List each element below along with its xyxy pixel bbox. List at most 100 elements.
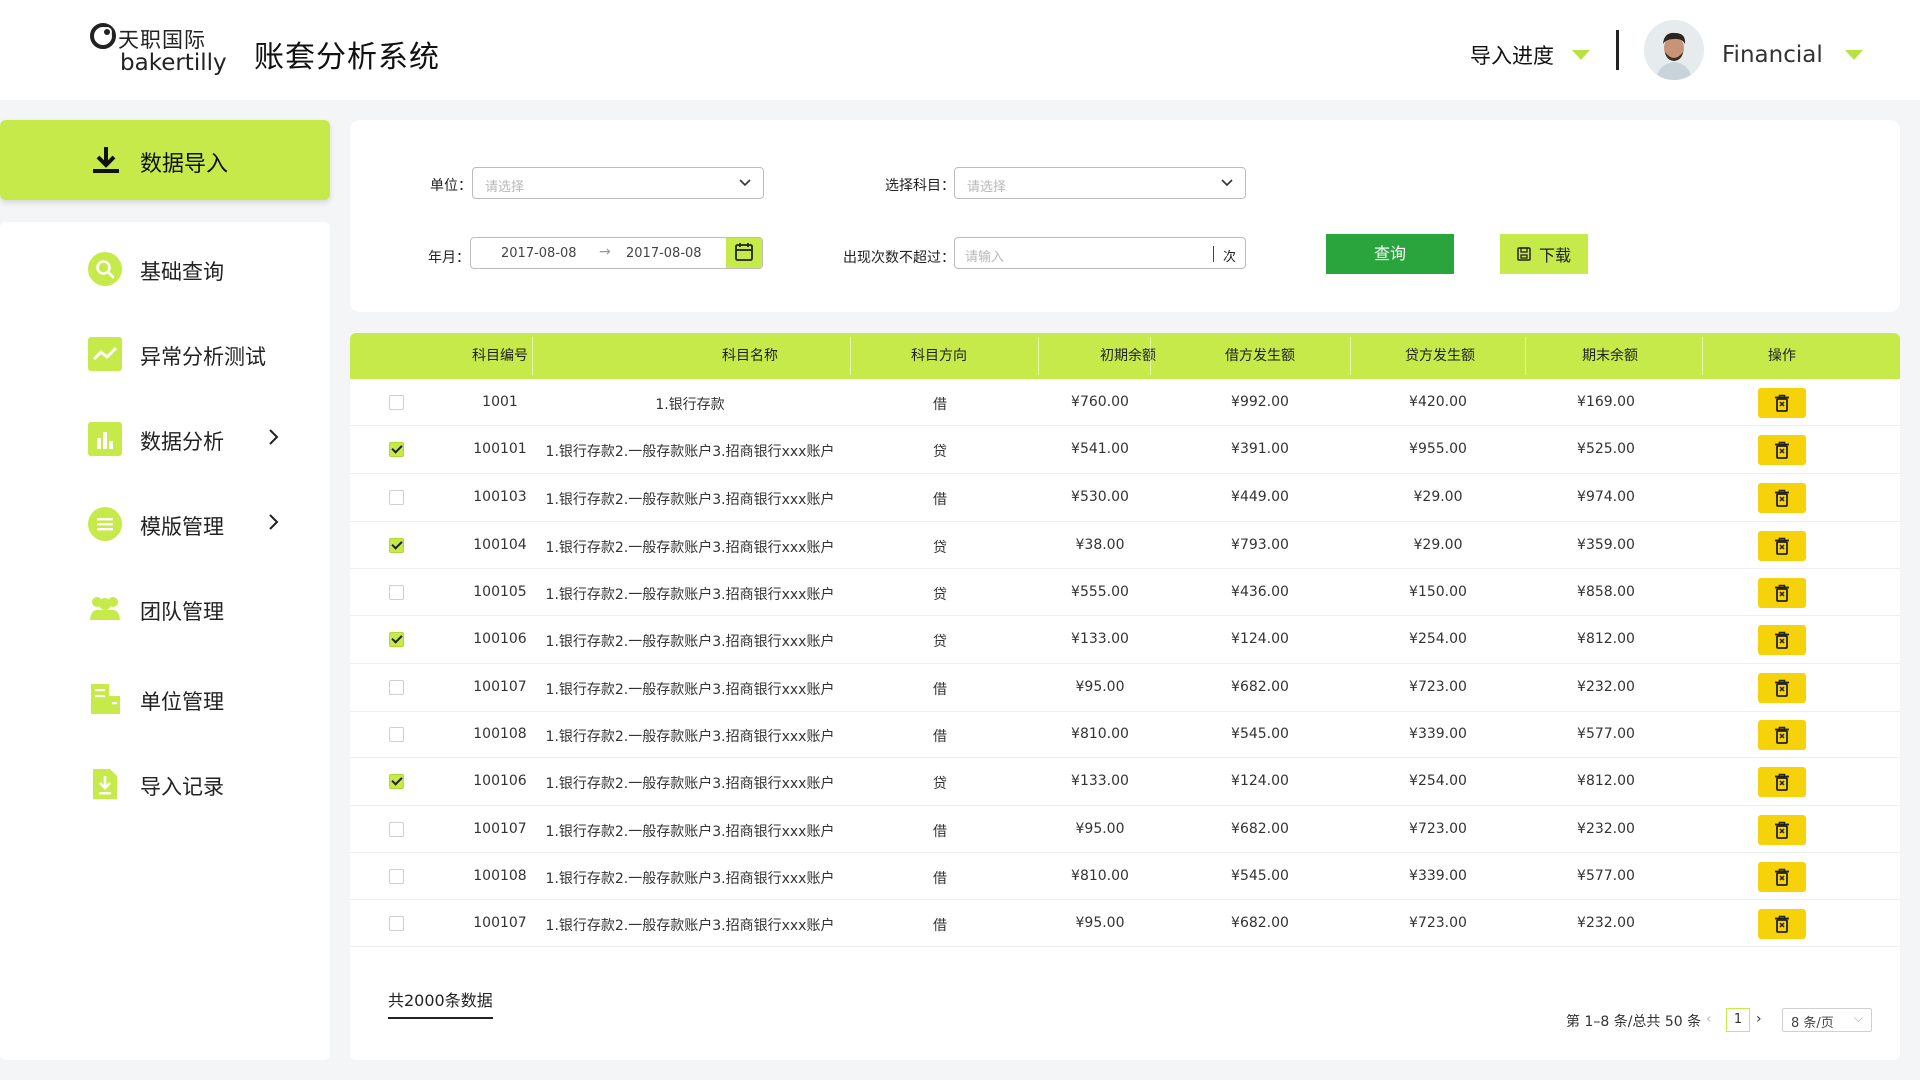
sidebar-item-import-record[interactable]: 导入记录 [0,753,330,813]
subject-select-placeholder: 请选择 [967,180,1007,195]
row-checkbox[interactable] [389,538,404,553]
row-checkbox[interactable] [389,727,404,742]
delete-button[interactable] [1758,388,1806,418]
delete-icon [1775,394,1789,412]
delete-button[interactable] [1758,673,1806,703]
delete-button[interactable] [1758,815,1806,845]
row-checkbox[interactable] [389,395,404,410]
delete-button[interactable] [1758,578,1806,608]
date-start[interactable]: 2017-08-08 [501,246,577,261]
cell-closing: ¥812.00 [1577,773,1635,789]
sidebar-item-anomaly-analysis[interactable]: 异常分析测试 [0,323,330,383]
table-row: 100104 1.银行存款2.一般存款账户3.招商银行xxx账户贷 ¥38.00 ¥7… [350,522,1900,569]
delete-icon [1775,489,1789,507]
column-divider [1702,337,1703,375]
table-row: 100108 1.银行存款2.一般存款账户3.招商银行xxx账户借 ¥810.00 ¥… [350,712,1900,758]
cell-credit: ¥723.00 [1409,821,1467,837]
row-checkbox[interactable] [389,490,404,505]
sidebar-item-unit-management[interactable]: 单位管理 [0,668,330,728]
cell-name: 1.银行存款2.一般存款账户3.招商银行xxx账户 [545,776,835,792]
delete-button[interactable] [1758,483,1806,513]
delete-button[interactable] [1758,767,1806,797]
table-row: 1001 1.银行存款借 ¥760.00 ¥992.00 ¥420.00 ¥169.00 [350,379,1900,426]
query-button[interactable]: 查询 [1326,234,1454,274]
sidebar-item-team-management[interactable]: 团队管理 [0,578,330,638]
delete-icon [1775,726,1789,744]
download-button[interactable]: 下载 [1500,234,1588,274]
table-row: 100101 1.银行存款2.一般存款账户3.招商银行xxx账户贷 ¥541.00 ¥… [350,426,1900,474]
import-record-icon [93,769,117,799]
subject-select[interactable]: 请选择 [954,167,1246,199]
cell-direction: 借 [933,871,947,887]
row-checkbox[interactable] [389,916,404,931]
date-range-picker[interactable]: 2017-08-08 → 2017-08-08 [470,237,763,269]
chevron-down-icon: ⌵ [1853,1011,1863,1025]
page-number[interactable]: 1 [1726,1008,1750,1032]
delete-button[interactable] [1758,625,1806,655]
avatar[interactable] [1644,20,1704,80]
cell-name: 1.银行存款 [655,397,725,413]
row-checkbox[interactable] [389,822,404,837]
row-checkbox[interactable] [389,585,404,600]
cell-direction: 贷 [933,444,947,460]
delete-button[interactable] [1758,720,1806,750]
subject-label: 选择科目： [885,178,955,194]
arrow-right-icon: → [599,244,611,260]
table-row: 100105 1.银行存款2.一般存款账户3.招商银行xxx账户贷 ¥555.00 ¥… [350,569,1900,616]
calendar-icon [735,243,753,261]
sidebar-item-label: 数据导入 [140,152,229,177]
cell-credit: ¥339.00 [1409,868,1467,884]
cell-opening: ¥133.00 [1071,773,1129,789]
cell-credit: ¥29.00 [1413,489,1463,505]
user-menu[interactable]: Financial [1722,42,1863,68]
cell-closing: ¥577.00 [1577,868,1635,884]
cell-closing: ¥974.00 [1577,489,1635,505]
date-end[interactable]: 2017-08-08 [626,246,702,261]
building-icon [91,684,120,714]
column-divider [1150,337,1151,375]
cell-closing: ¥812.00 [1577,631,1635,647]
unit-select-placeholder: 请选择 [485,180,525,195]
cell-debit: ¥682.00 [1231,821,1289,837]
company-logo[interactable]: 天职国际 bakertilly [88,20,228,80]
row-checkbox[interactable] [389,442,404,457]
delete-icon [1775,915,1789,933]
date-label: 年月： [428,250,470,266]
next-page-icon[interactable]: › [1756,1011,1762,1027]
cell-direction: 贷 [933,634,947,650]
sidebar-item-data-analysis[interactable]: 数据分析 [0,408,330,468]
delete-button[interactable] [1758,531,1806,561]
sidebar-item-basic-query[interactable]: 基础查询 [0,238,330,298]
delete-icon [1775,537,1789,555]
cell-debit: ¥545.00 [1231,726,1289,742]
delete-button[interactable] [1758,435,1806,465]
user-name: Financial [1722,42,1823,68]
cell-direction: 借 [933,492,947,508]
row-checkbox[interactable] [389,869,404,884]
header-divider [1616,30,1619,70]
row-checkbox[interactable] [389,774,404,789]
import-progress-dropdown[interactable]: 导入进度 [1470,40,1590,70]
page-size-select[interactable]: 8 条/页 ⌵ [1782,1008,1872,1032]
delete-icon [1775,584,1789,602]
cell-credit: ¥723.00 [1409,679,1467,695]
user-photo-icon [1644,20,1704,80]
unit-select[interactable]: 请选择 [472,167,764,199]
row-checkbox[interactable] [389,632,404,647]
row-checkbox[interactable] [389,680,404,695]
cell-opening: ¥541.00 [1071,441,1129,457]
unit-label: 单位： [430,178,472,194]
chevron-down-icon [1221,179,1233,187]
delete-button[interactable] [1758,862,1806,892]
count-input[interactable]: 请输入 次 [954,237,1246,269]
cell-credit: ¥339.00 [1409,726,1467,742]
sidebar-item-data-import[interactable]: 数据导入 [0,120,330,200]
chevron-right-icon [269,514,279,530]
page-info: 第 1–8 条/总共 50 条 [1566,1014,1702,1030]
previous-page-icon[interactable]: ‹ [1706,1011,1712,1027]
calendar-button[interactable] [726,238,762,268]
cell-name: 1.银行存款2.一般存款账户3.招商银行xxx账户 [545,729,835,745]
delete-button[interactable] [1758,909,1806,939]
sidebar-item-template-management[interactable]: 模版管理 [0,493,330,553]
cell-debit: ¥793.00 [1231,537,1289,553]
